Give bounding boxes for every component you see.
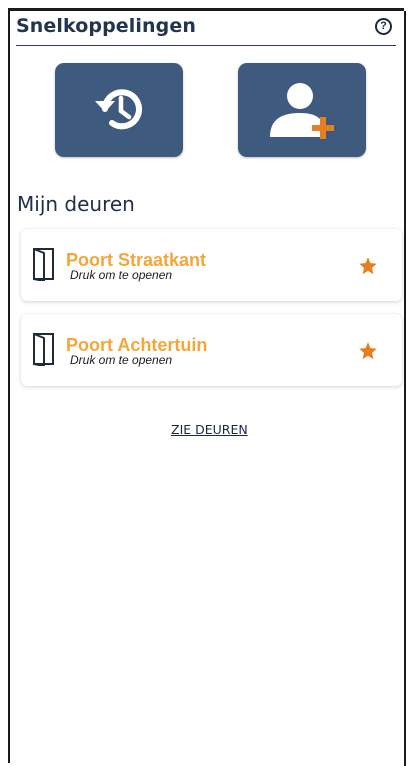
help-icon[interactable]: ? (375, 18, 392, 35)
app-screen: Snelkoppelingen ? Mijn deuren Poort Stra… (8, 8, 406, 766)
door-card[interactable]: Poort Achtertuin Druk om te openen (21, 314, 402, 386)
header: Snelkoppelingen ? (16, 15, 396, 46)
history-icon (95, 89, 142, 130)
add-user-shortcut-button[interactable] (238, 63, 366, 157)
see-doors-link[interactable]: ZIE DEUREN (171, 422, 248, 437)
door-subtitle: Druk om te openen (70, 353, 173, 367)
door-card[interactable]: Poort Straatkant Druk om te openen (21, 229, 402, 301)
door-subtitle: Druk om te openen (70, 268, 173, 282)
star-icon[interactable] (358, 341, 378, 361)
door-icon (33, 248, 54, 281)
history-shortcut-button[interactable] (55, 63, 183, 157)
star-icon[interactable] (358, 256, 378, 276)
page-title: Snelkoppelingen (16, 15, 196, 37)
door-icon (33, 333, 54, 366)
add-user-icon (270, 83, 334, 139)
section-title: Mijn deuren (17, 192, 135, 216)
